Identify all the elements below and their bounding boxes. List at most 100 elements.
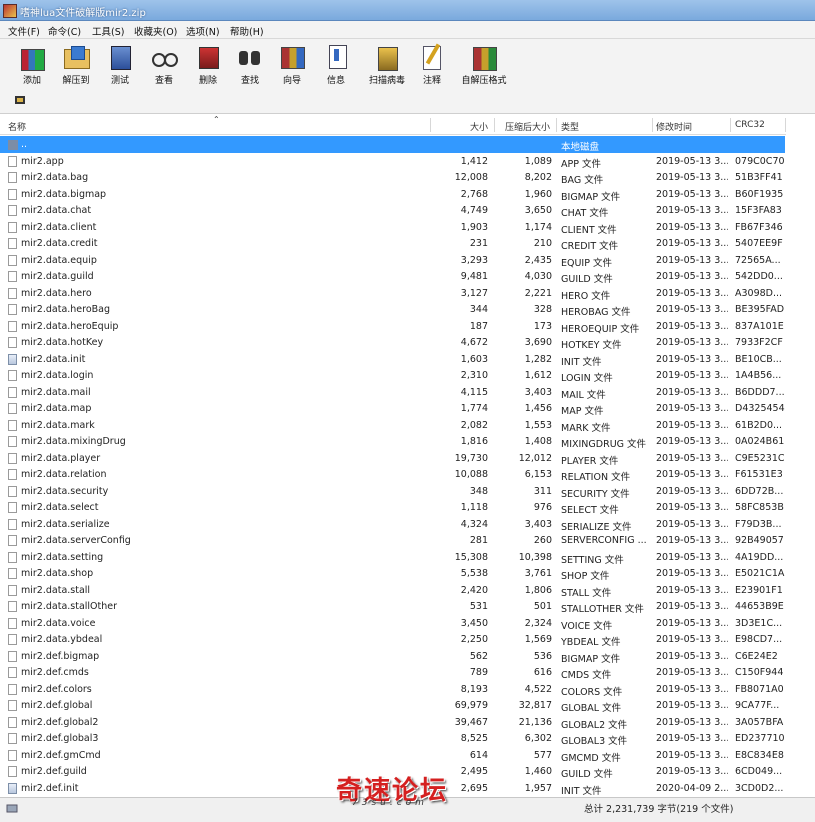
file-row[interactable]: mir2.data.setting 15,308 10,398 SETTING 文件 2… — [0, 549, 785, 566]
file-packed-size: 12,012 — [518, 452, 552, 464]
file-row[interactable]: mir2.data.client 1,903 1,174 CLIENT 文件 2019-… — [0, 219, 785, 236]
file-row[interactable]: mir2.data.init 1,603 1,282 INIT 文件 2019-05-1… — [0, 351, 785, 368]
file-row[interactable]: mir2.data.serialize 4,324 3,403 SERIALIZE 文… — [0, 516, 785, 533]
file-icon — [8, 634, 17, 645]
col-modified[interactable]: 修改时间 — [656, 120, 692, 133]
file-row[interactable]: mir2.data.equip 3,293 2,435 EQUIP 文件 2019-05… — [0, 252, 785, 269]
file-name: mir2.data.equip — [21, 254, 97, 266]
col-crc[interactable]: CRC32 — [735, 120, 765, 130]
file-row[interactable]: mir2.data.security 348 311 SECURITY 文件 2019-… — [0, 483, 785, 500]
file-row[interactable]: mir2.data.select 1,118 976 SELECT 文件 2019-05… — [0, 499, 785, 516]
file-row[interactable]: mir2.data.chat 4,749 3,650 CHAT 文件 2019-05-1… — [0, 202, 785, 219]
file-packed-size: 616 — [533, 667, 552, 678]
file-row[interactable]: mir2.data.mail 4,115 3,403 MAIL 文件 2019-05-1… — [0, 384, 785, 401]
file-row[interactable]: mir2.data.relation 10,088 6,153 RELATION 文件… — [0, 466, 785, 483]
file-row[interactable]: mir2.data.guild 9,481 4,030 GUILD 文件 2019-05… — [0, 268, 785, 285]
file-row[interactable]: mir2.def.colors 8,193 4,522 COLORS 文件 2019-0… — [0, 681, 785, 698]
col-divider[interactable] — [652, 118, 653, 132]
col-packed[interactable]: 压缩后大小 — [505, 120, 550, 133]
file-row[interactable]: mir2.app 1,412 1,089 APP 文件 2019-05-13 3... 0… — [0, 153, 785, 170]
up-folder-icon[interactable] — [14, 94, 26, 106]
file-row[interactable]: mir2.data.hero 3,127 2,221 HERO 文件 2019-05-1… — [0, 285, 785, 302]
col-size[interactable]: 大小 — [470, 120, 488, 133]
file-row[interactable]: mir2.data.ybdeal 2,250 1,569 YBDEAL 文件 2019-… — [0, 631, 785, 648]
wizard-button[interactable]: 向导 — [270, 41, 314, 87]
file-modified: 2019-05-13 3... — [656, 700, 728, 711]
file-type: GLOBAL2 文件 — [561, 719, 628, 731]
file-crc: E98CD7... — [735, 634, 783, 645]
file-row[interactable]: mir2.data.mixingDrug 1,816 1,408 MIXINGDRUG… — [0, 433, 785, 450]
menu-options[interactable]: 选项(N) — [186, 24, 220, 38]
extract-to-button[interactable]: 解压到 — [54, 41, 98, 87]
file-row[interactable]: mir2.data.map 1,774 1,456 MAP 文件 2019-05-13 … — [0, 400, 785, 417]
test-button[interactable]: 测试 — [98, 41, 142, 87]
file-crc: ED237710 — [735, 733, 785, 744]
file-row[interactable]: mir2.data.player 19,730 12,012 PLAYER 文件 201… — [0, 450, 785, 467]
col-divider[interactable] — [556, 118, 557, 132]
file-row[interactable]: mir2.data.heroEquip 187 173 HEROEQUIP 文件 201… — [0, 318, 785, 335]
file-crc: 51B3FF41 — [735, 172, 783, 183]
file-type: YBDEAL 文件 — [561, 637, 621, 648]
file-size: 4,672 — [460, 337, 488, 348]
col-divider[interactable] — [430, 118, 431, 132]
file-crc: 58FC853B — [735, 502, 784, 513]
file-size: 231 — [469, 238, 488, 249]
file-row[interactable]: mir2.data.stall 2,420 1,806 STALL 文件 2019-05… — [0, 582, 785, 599]
file-row[interactable]: mir2.data.login 2,310 1,612 LOGIN 文件 2019-05… — [0, 367, 785, 384]
add-button[interactable]: 添加 — [10, 41, 54, 87]
file-name: mir2.data.select — [21, 502, 99, 513]
scan-virus-button[interactable]: 扫描病毒 — [362, 41, 412, 87]
file-row[interactable]: mir2.data.voice 3,450 2,324 VOICE 文件 2019-05… — [0, 615, 785, 632]
file-row[interactable]: mir2.data.bigmap 2,768 1,960 BIGMAP 文件 2019-… — [0, 186, 785, 203]
file-crc: A3098D... — [735, 287, 783, 299]
file-icon — [8, 287, 17, 299]
file-row[interactable]: mir2.data.stallOther 531 501 STALLOTHER 文件 2… — [0, 598, 785, 615]
file-row[interactable]: mir2.data.hotKey 4,672 3,690 HOTKEY 文件 2019-… — [0, 334, 785, 351]
file-row[interactable]: mir2.def.bigmap 562 536 BIGMAP 文件 2019-05-13… — [0, 648, 785, 665]
file-icon — [8, 370, 17, 381]
file-type: BIGMAP 文件 — [561, 191, 621, 203]
file-row[interactable]: mir2.data.heroBag 344 328 HEROBAG 文件 2019-05… — [0, 301, 785, 318]
file-row[interactable]: mir2.data.serverConfig 281 260 SERVERCONFIG… — [0, 532, 785, 549]
file-name: mir2.def.colors — [21, 683, 92, 695]
parent-folder-row[interactable]: .. 本地磁盘 — [0, 136, 785, 153]
view-button[interactable]: 查看 — [142, 41, 186, 87]
file-packed-size: 3,761 — [524, 568, 552, 579]
comment-button[interactable]: 注释 — [410, 41, 454, 87]
file-crc: 0A024B61 — [735, 436, 785, 447]
find-button[interactable]: 查找 — [228, 41, 272, 87]
menu-help[interactable]: 帮助(H) — [230, 24, 264, 38]
file-name: mir2.data.serialize — [21, 518, 110, 530]
file-row[interactable]: mir2.def.global3 8,525 6,302 GLOBAL3 文件 2019… — [0, 730, 785, 747]
file-row[interactable]: mir2.def.global2 39,467 21,136 GLOBAL2 文件 20… — [0, 714, 785, 731]
delete-button[interactable]: 删除 — [186, 41, 230, 87]
menu-tools[interactable]: 工具(S) — [92, 24, 124, 38]
file-row[interactable]: mir2.def.global 69,979 32,817 GLOBAL 文件 2019… — [0, 697, 785, 714]
file-row[interactable]: mir2.data.shop 5,538 3,761 SHOP 文件 2019-05-1… — [0, 565, 785, 582]
file-modified: 2019-05-13 3... — [656, 287, 728, 299]
file-size: 1,903 — [460, 221, 488, 233]
file-row[interactable]: mir2.data.credit 231 210 CREDIT 文件 2019-05-1… — [0, 235, 785, 252]
file-type: SHOP 文件 — [561, 571, 610, 582]
menu-commands[interactable]: 命令(C) — [48, 24, 81, 38]
col-type[interactable]: 类型 — [561, 120, 579, 133]
menu-file[interactable]: 文件(F) — [8, 24, 40, 38]
file-type: HEROEQUIP 文件 — [561, 323, 640, 335]
file-row[interactable]: mir2.data.bag 12,008 8,202 BAG 文件 2019-05-13… — [0, 169, 785, 186]
file-row[interactable]: mir2.data.mark 2,082 1,553 MARK 文件 2019-05-1… — [0, 417, 785, 434]
file-row[interactable]: mir2.def.gmCmd 614 577 GMCMD 文件 2019-05-13 3… — [0, 747, 785, 764]
sfx-button[interactable]: 自解压格式 — [456, 41, 512, 87]
file-packed-size: 2,324 — [524, 617, 552, 629]
col-divider[interactable] — [494, 118, 495, 132]
info-button[interactable]: 信息 — [314, 41, 358, 87]
file-crc: 44653B9E — [735, 601, 784, 612]
find-icon — [235, 43, 265, 71]
test-icon — [105, 43, 135, 71]
toolbar: 添加 解压到 测试 查看 删除 查找 向导 信息 扫描病毒 注释 自解压格式 — [0, 39, 815, 89]
col-divider[interactable] — [730, 118, 731, 132]
file-name: mir2.data.heroBag — [21, 304, 111, 315]
col-name[interactable]: 名称 — [8, 120, 26, 133]
menu-favorites[interactable]: 收藏夹(O) — [134, 24, 177, 38]
file-icon — [8, 254, 17, 266]
file-row[interactable]: mir2.def.cmds 789 616 CMDS 文件 2019-05-13 3..… — [0, 664, 785, 681]
